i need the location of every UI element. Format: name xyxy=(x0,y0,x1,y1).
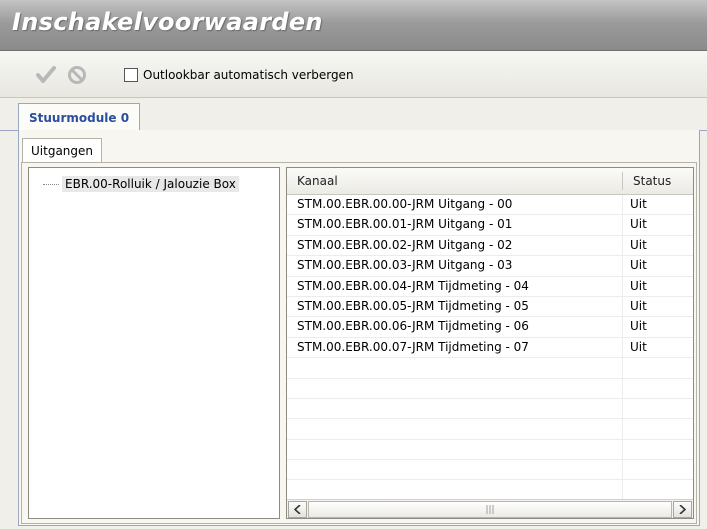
row-separator xyxy=(622,398,623,419)
row-separator xyxy=(622,460,623,480)
cell-status: Uit xyxy=(630,237,647,252)
cell-status: Uit xyxy=(630,278,647,293)
table-row[interactable] xyxy=(287,460,693,481)
table-row[interactable] xyxy=(287,439,693,461)
main-tabstrip: Stuurmodule 0 xyxy=(0,98,707,131)
row-separator xyxy=(622,378,623,398)
tree-item[interactable]: EBR.00-Rolluik / Jalouzie Box xyxy=(43,176,239,192)
page-title: Inschakelvoorwaarden xyxy=(12,8,323,36)
cell-kanaal: STM.00.EBR.00.05-JRM Tijdmeting - 05 xyxy=(297,298,529,313)
row-separator xyxy=(622,480,623,500)
table-row[interactable]: STM.00.EBR.00.01-JRM Uitgang - 01 Uit xyxy=(287,215,693,236)
table-row[interactable] xyxy=(287,378,693,399)
cell-status: Uit xyxy=(630,217,647,232)
cell-kanaal: STM.00.EBR.00.02-JRM Uitgang - 02 xyxy=(297,237,513,252)
tree-view[interactable]: EBR.00-Rolluik / Jalouzie Box xyxy=(28,167,280,519)
chevron-right-icon[interactable] xyxy=(673,501,692,518)
table-row[interactable] xyxy=(287,358,693,379)
row-separator xyxy=(622,276,623,296)
chevron-left-icon[interactable] xyxy=(288,501,307,518)
tab-uitgangen[interactable]: Uitgangen xyxy=(22,138,103,163)
cancel-icon[interactable] xyxy=(67,65,87,85)
auto-hide-outlookbar-option[interactable]: Outlookbar automatisch verbergen xyxy=(124,67,354,83)
row-separator xyxy=(622,337,623,358)
row-separator xyxy=(622,358,623,378)
table-row[interactable]: STM.00.EBR.00.03-JRM Uitgang - 03 Uit xyxy=(287,256,693,277)
cell-kanaal: STM.00.EBR.00.00-JRM Uitgang - 00 xyxy=(297,197,513,211)
cell-status: Uit xyxy=(630,197,647,211)
list-header: Kanaal Status xyxy=(287,168,693,195)
table-row[interactable]: STM.00.EBR.00.06-JRM Tijdmeting - 06 Uit xyxy=(287,317,693,338)
row-separator xyxy=(622,419,623,439)
cell-kanaal: STM.00.EBR.00.01-JRM Uitgang - 01 xyxy=(297,217,513,232)
content-area: EBR.00-Rolluik / Jalouzie Box Kanaal Sta… xyxy=(21,162,697,524)
check-icon[interactable] xyxy=(36,65,56,85)
table-row[interactable] xyxy=(287,398,693,420)
cell-kanaal: STM.00.EBR.00.03-JRM Uitgang - 03 xyxy=(297,258,513,273)
tab-label: Stuurmodule 0 xyxy=(29,110,130,125)
row-separator xyxy=(622,215,623,235)
row-separator xyxy=(622,235,623,256)
tree-item-label: EBR.00-Rolluik / Jalouzie Box xyxy=(62,176,239,192)
subtab-label: Uitgangen xyxy=(31,144,94,158)
table-row[interactable]: STM.00.EBR.00.05-JRM Tijdmeting - 05 Uit xyxy=(287,296,693,318)
row-separator xyxy=(622,256,623,276)
table-row[interactable]: STM.00.EBR.00.00-JRM Uitgang - 00 Uit xyxy=(287,195,693,216)
cell-kanaal: STM.00.EBR.00.04-JRM Tijdmeting - 04 xyxy=(297,278,529,293)
cell-kanaal: STM.00.EBR.00.06-JRM Tijdmeting - 06 xyxy=(297,319,529,334)
table-row[interactable] xyxy=(287,419,693,440)
cell-kanaal: STM.00.EBR.00.07-JRM Tijdmeting - 07 xyxy=(297,339,529,354)
cell-status: Uit xyxy=(630,258,647,273)
channel-list[interactable]: Kanaal Status STM.00.EBR.00.00-JRM Uitga… xyxy=(286,167,694,519)
row-separator xyxy=(622,317,623,337)
table-row[interactable]: STM.00.EBR.00.02-JRM Uitgang - 02 Uit xyxy=(287,235,693,257)
tab-stuurmodule-0[interactable]: Stuurmodule 0 xyxy=(18,103,141,131)
auto-hide-checkbox[interactable] xyxy=(124,68,138,82)
toolbar: Outlookbar automatisch verbergen xyxy=(0,51,707,98)
table-row[interactable] xyxy=(287,480,693,501)
scrollbar-thumb[interactable]: ||| xyxy=(308,501,672,518)
column-divider[interactable] xyxy=(622,172,623,190)
horizontal-scrollbar[interactable]: ||| xyxy=(287,499,693,518)
title-bar: Inschakelvoorwaarden xyxy=(0,0,707,51)
column-header-kanaal[interactable]: Kanaal xyxy=(297,168,338,194)
table-row[interactable]: STM.00.EBR.00.07-JRM Tijdmeting - 07 Uit xyxy=(287,337,693,359)
column-header-status[interactable]: Status xyxy=(633,168,671,194)
auto-hide-label: Outlookbar automatisch verbergen xyxy=(143,68,354,82)
tab-panel: Uitgangen EBR.00-Rolluik / Jalouzie Box … xyxy=(18,130,700,526)
cell-status: Uit xyxy=(630,298,647,313)
tree-connector xyxy=(43,183,59,185)
table-row[interactable]: STM.00.EBR.00.04-JRM Tijdmeting - 04 Uit xyxy=(287,276,693,297)
cell-status: Uit xyxy=(630,339,647,354)
list-rows: STM.00.EBR.00.00-JRM Uitgang - 00 Uit STM… xyxy=(287,195,693,501)
row-separator xyxy=(622,195,623,215)
row-separator xyxy=(622,439,623,460)
row-separator xyxy=(622,296,623,317)
grip-icon: ||| xyxy=(485,504,495,515)
cell-status: Uit xyxy=(630,319,647,334)
